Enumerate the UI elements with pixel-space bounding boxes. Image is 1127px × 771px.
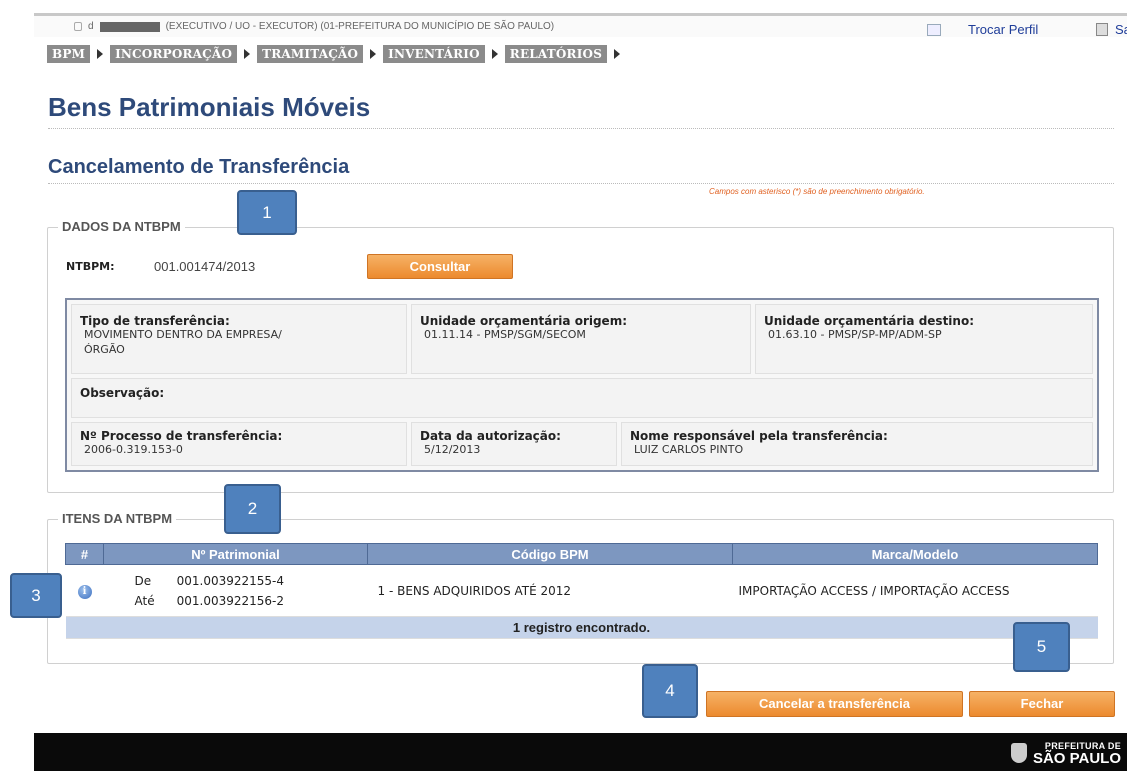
destino-value: 01.63.10 - PMSP/SP-MP/ADM-SP	[768, 328, 942, 341]
dados-legend: DADOS DA NTBPM	[58, 219, 185, 234]
user-prefix: d	[88, 21, 94, 32]
nav-relatorios[interactable]: RELATÓRIOS	[504, 45, 608, 63]
nav-incorporacao[interactable]: INCORPORAÇÃO	[110, 45, 238, 63]
itens-legend: ITENS DA NTBPM	[58, 511, 177, 526]
main-nav: BPM INCORPORAÇÃO TRAMITAÇÃO INVENTÁRIO R…	[47, 45, 623, 63]
codigo-cell: 1 - BENS ADQUIRIDOS ATÉ 2012	[367, 564, 733, 617]
processo-value: 2006-0.319.153-0	[84, 443, 183, 456]
user-profile-text: (EXECUTIVO / UO - EXECUTOR) (01-PREFEITU…	[165, 21, 555, 32]
responsavel-label: Nome responsável pela transferência:	[630, 429, 888, 443]
nav-arrow-icon	[491, 49, 498, 59]
divider	[48, 128, 1114, 129]
responsavel-value: LUIZ CARLOS PINTO	[634, 443, 744, 456]
data-cell: Data da autorização: 5/12/2013	[411, 422, 617, 466]
marca-cell: IMPORTAÇÃO ACCESS / IMPORTAÇÃO ACCESS	[732, 564, 1098, 617]
divider	[48, 183, 1114, 184]
ntbpm-value: 001.001474/2013	[154, 259, 256, 274]
records-count: 1 registro encontrado.	[65, 616, 1098, 639]
table-footer-row: 1 registro encontrado.	[65, 616, 1098, 639]
tipo-value: MOVIMENTO DENTRO DA EMPRESA/ÓRGÃO	[84, 328, 282, 356]
tipo-cell: Tipo de transferência: MOVIMENTO DENTRO …	[71, 304, 407, 374]
callout-4: 4	[642, 664, 698, 718]
consultar-button[interactable]: Consultar	[367, 254, 513, 279]
de-value: 001.003922155-4	[176, 573, 284, 588]
destino-label: Unidade orçamentária destino:	[764, 314, 974, 328]
processo-cell: Nº Processo de transferência: 2006-0.319…	[71, 422, 407, 466]
de-label: De	[134, 573, 152, 588]
nav-arrow-icon	[614, 49, 621, 59]
nav-arrow-icon	[97, 49, 104, 59]
footer-bar: PREFEITURA DE SÃO PAULO	[34, 733, 1127, 771]
prefeitura-logo: PREFEITURA DE SÃO PAULO	[1010, 741, 1121, 766]
col-patrimonial: Nº Patrimonial	[103, 543, 368, 565]
top-bar: d (EXECUTIVO / UO - EXECUTOR) (01-PREFEI…	[34, 13, 1127, 37]
destino-cell: Unidade orçamentária destino: 01.63.10 -…	[755, 304, 1093, 374]
origem-label: Unidade orçamentária origem:	[420, 314, 627, 328]
col-codigo: Código BPM	[367, 543, 733, 565]
lock-icon	[74, 22, 82, 31]
ntbpm-label: NTBPM:	[66, 260, 115, 273]
nav-inventario[interactable]: INVENTÁRIO	[383, 45, 485, 63]
data-label: Data da autorização:	[420, 429, 561, 443]
ate-label: Até	[134, 593, 155, 608]
info-cell: i	[65, 564, 104, 617]
data-value: 5/12/2013	[424, 443, 481, 456]
redacted-username	[99, 21, 160, 32]
sair-link[interactable]: Sair	[1115, 22, 1127, 37]
info-icon[interactable]: i	[77, 584, 92, 599]
fechar-button[interactable]: Fechar	[969, 691, 1115, 717]
cancelar-transferencia-button[interactable]: Cancelar a transferência	[706, 691, 963, 717]
itens-table: # Nº Patrimonial Código BPM Marca/Modelo…	[65, 543, 1098, 639]
callout-5: 5	[1013, 622, 1070, 672]
nav-bpm[interactable]: BPM	[47, 45, 91, 63]
callout-3: 3	[10, 573, 62, 618]
responsavel-cell: Nome responsável pela transferência: LUI…	[621, 422, 1093, 466]
tipo-label: Tipo de transferência:	[80, 314, 230, 328]
crest-icon	[1010, 743, 1027, 763]
processo-label: Nº Processo de transferência:	[80, 429, 283, 443]
nav-arrow-icon	[370, 49, 377, 59]
user-info: d (EXECUTIVO / UO - EXECUTOR) (01-PREFEI…	[74, 21, 554, 32]
home-icon[interactable]	[927, 24, 941, 36]
origem-value: 01.11.14 - PMSP/SGM/SECOM	[424, 328, 586, 341]
table-row: i De Até 001.003922155-4 001.003922156-2…	[65, 564, 1098, 617]
callout-1: 1	[237, 190, 297, 235]
col-marca: Marca/Modelo	[732, 543, 1098, 565]
patrimonial-cell: De Até 001.003922155-4 001.003922156-2	[103, 564, 368, 617]
page-subtitle: Cancelamento de Transferência	[48, 156, 350, 178]
callout-2: 2	[224, 484, 281, 534]
logout-icon[interactable]	[1096, 23, 1108, 36]
trocar-perfil-link[interactable]: Trocar Perfil	[968, 22, 1038, 37]
ntbpm-info-panel: Tipo de transferência: MOVIMENTO DENTRO …	[65, 298, 1099, 472]
page-title: Bens Patrimoniais Móveis	[48, 92, 371, 122]
nav-arrow-icon	[244, 49, 251, 59]
col-hash: #	[65, 543, 104, 565]
mandatory-note: Campos com asterisco (*) são de preenchi…	[709, 187, 925, 196]
table-header-row: # Nº Patrimonial Código BPM Marca/Modelo	[65, 543, 1098, 565]
nav-tramitacao[interactable]: TRAMITAÇÃO	[257, 45, 364, 63]
observacao-label: Observação:	[80, 386, 165, 400]
observacao-cell: Observação:	[71, 378, 1093, 418]
origem-cell: Unidade orçamentária origem: 01.11.14 - …	[411, 304, 751, 374]
ate-value: 001.003922156-2	[176, 593, 284, 608]
